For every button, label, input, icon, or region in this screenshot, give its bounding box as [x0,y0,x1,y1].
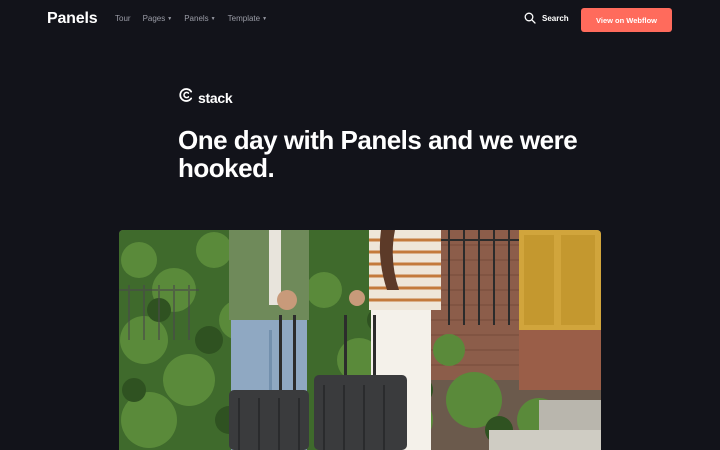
caret-down-icon: ▼ [262,15,268,22]
menu-item-label: Panels [184,14,209,23]
people-with-luggage-image [119,230,601,450]
search-label: Search [542,13,569,23]
hero-headline: One day with Panels and we were hooked. [178,125,578,183]
menu-item-tour[interactable]: Tour [115,14,131,23]
menu-item-pages[interactable]: Pages ▼ [143,14,173,23]
search-button[interactable]: Search [524,12,569,24]
view-on-webflow-button[interactable]: View on Webflow [581,8,672,32]
stack-logo: stack [178,87,233,108]
top-navigation: Panels Tour Pages ▼ Panels ▼ Template ▼ … [0,0,720,40]
main-menu: Tour Pages ▼ Panels ▼ Template ▼ [115,14,267,23]
caret-down-icon: ▼ [210,15,216,22]
search-icon [524,12,536,24]
menu-item-label: Template [227,14,261,23]
menu-item-template[interactable]: Template ▼ [228,14,267,23]
brand-logo[interactable]: Panels [47,10,98,28]
hero-photo [119,230,601,450]
menu-item-label: Pages [142,14,166,23]
menu-item-label: Tour [115,14,131,23]
stack-logo-icon [178,87,194,108]
caret-down-icon: ▼ [167,15,173,22]
logo-text: stack [198,89,233,106]
menu-item-panels[interactable]: Panels ▼ [184,14,215,23]
